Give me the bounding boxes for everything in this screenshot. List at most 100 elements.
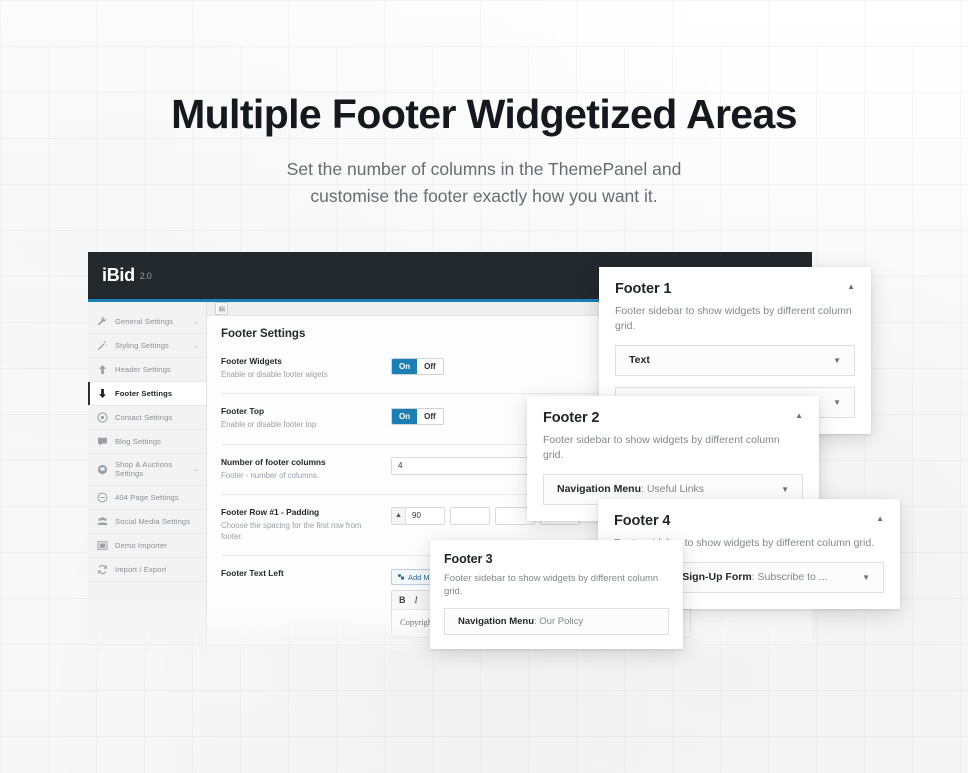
refresh-icon xyxy=(97,564,108,575)
card-header: Footer 1 ▲ xyxy=(615,281,855,297)
setting-label: Footer Widgets xyxy=(221,356,282,366)
sidebar-item-header-settings[interactable]: Header Settings xyxy=(88,358,206,382)
page-subtitle-line-2: customise the footer exactly how you wan… xyxy=(310,186,658,207)
padding-right-spinner[interactable] xyxy=(450,506,490,525)
toggle-on-option[interactable]: On xyxy=(392,359,418,374)
sidebar-item-label: Blog Settings xyxy=(115,436,162,446)
arrow-up-icon[interactable]: ▲ xyxy=(392,507,406,524)
hero-section: Multiple Footer Widgetized Areas Set the… xyxy=(0,91,968,210)
padding-right-value[interactable] xyxy=(451,508,489,524)
chevron-up-icon[interactable]: ▲ xyxy=(876,513,884,526)
bold-button[interactable]: B xyxy=(399,595,406,605)
widget-detail: : Subscribe to ... xyxy=(751,571,828,584)
window-icon xyxy=(97,540,108,551)
setting-label: Footer Text Left xyxy=(221,568,284,579)
sidebar-item-contact-settings[interactable]: Contact Settings xyxy=(88,406,206,430)
card-description: Footer sidebar to show widgets by differ… xyxy=(615,305,852,332)
setting-description: Enable or disable footer wigets xyxy=(221,370,328,379)
padding-top-spinner[interactable]: ▲ 90 xyxy=(391,506,445,525)
comment-icon xyxy=(97,436,108,447)
italic-button[interactable]: I xyxy=(415,595,418,605)
widget-detail: : Our Policy xyxy=(534,615,584,627)
chevron-down-icon[interactable]: ▼ xyxy=(833,356,841,365)
setting-description: Enable or disable footer top xyxy=(221,420,317,430)
toggle-off-option[interactable]: Off xyxy=(417,409,443,425)
widget-detail: : Useful Links xyxy=(641,483,705,496)
widget-name: Text xyxy=(629,354,650,367)
wrench-icon xyxy=(97,316,108,327)
setting-label-group: Number of footer columns Footer - number… xyxy=(221,457,391,481)
widget-name: Navigation Menu xyxy=(458,615,535,627)
admin-logo-text: iBid xyxy=(102,265,135,285)
padding-top-value[interactable]: 90 xyxy=(406,508,444,524)
chevron-down-icon[interactable]: ▼ xyxy=(862,573,870,582)
sidebar-item-label: Social Media Settings xyxy=(115,516,191,526)
sidebar-item-demo-importer[interactable]: Demo Importer xyxy=(88,534,206,558)
minus-circle-icon xyxy=(97,492,108,503)
setting-label-group: Footer Text Left xyxy=(221,568,391,581)
sidebar-item-label: Footer Settings xyxy=(115,388,173,398)
sidebar-item-styling-settings[interactable]: Styling Settings ⌄ xyxy=(88,334,206,358)
widget-row[interactable]: Text ▼ xyxy=(615,344,855,376)
toggle-on-option[interactable]: On xyxy=(392,409,418,425)
setting-label-group: Footer Row #1 - Padding Choose the spaci… xyxy=(221,507,391,543)
widget-row[interactable]: Navigation Menu: Our Policy xyxy=(444,607,669,635)
chevron-up-icon[interactable]: ▲ xyxy=(847,281,855,294)
footer-3-widget-card[interactable]: Footer 3 Footer sidebar to show widgets … xyxy=(430,540,683,649)
sidebar-item-label: Header Settings xyxy=(115,364,171,374)
sidebar-item-label: 404 Page Settings xyxy=(115,492,179,502)
chevron-down-icon: ⌄ xyxy=(193,318,199,326)
map-pin-icon xyxy=(97,412,108,423)
panel-layout-icon xyxy=(218,305,225,312)
page-title: Multiple Footer Widgetized Areas xyxy=(171,91,797,137)
card-title: Footer 4 xyxy=(614,513,671,529)
chevron-up-icon[interactable]: ▲ xyxy=(795,410,803,423)
media-icon xyxy=(398,574,404,580)
sidebar-item-social-media-settings[interactable]: Social Media Settings xyxy=(88,510,206,534)
bag-icon xyxy=(97,464,108,475)
card-description: Footer sidebar to show widgets by differ… xyxy=(444,573,659,598)
card-title: Footer 1 xyxy=(615,281,672,297)
sidebar-item-label: Shop & Auctions Settings xyxy=(115,460,173,479)
footer-top-toggle[interactable]: On Off xyxy=(391,408,444,426)
admin-logo[interactable]: iBid 2.0 xyxy=(102,265,152,286)
sidebar-item-general-settings[interactable]: General Settings ⌄ xyxy=(88,310,206,334)
setting-description: Footer - number of columns. xyxy=(221,470,319,480)
setting-label-group: Footer Top Enable or disable footer top xyxy=(221,406,391,430)
footer-widgets-toggle[interactable]: On Off xyxy=(391,358,444,375)
admin-version-label: 2.0 xyxy=(139,271,152,281)
setting-description: Choose the spacing for the first row fro… xyxy=(221,520,362,542)
card-header: Footer 2 ▲ xyxy=(543,410,803,426)
sidebar-item-label: General Settings xyxy=(115,316,174,326)
sidebar-item-shop-auctions-settings[interactable]: Shop & Auctions Settings ⌄ xyxy=(88,454,206,486)
users-icon xyxy=(97,516,108,527)
sidebar-item-footer-settings[interactable]: Footer Settings xyxy=(88,382,206,406)
widget-label-group: Navigation Menu: Useful Links xyxy=(557,483,704,495)
setting-label: Footer Row #1 - Padding xyxy=(221,506,320,517)
sidebar-item-404-page-settings[interactable]: 404 Page Settings xyxy=(88,486,206,510)
card-description: Footer sidebar to show widgets by differ… xyxy=(543,434,780,461)
arrow-down-icon xyxy=(97,388,108,399)
page-subtitle: Set the number of columns in the ThemePa… xyxy=(0,156,968,210)
arrow-up-icon xyxy=(97,364,108,375)
magic-wand-icon xyxy=(97,340,108,351)
toggle-off-option[interactable]: Off xyxy=(417,359,443,374)
admin-sidebar: General Settings ⌄ Styling Settings ⌄ He… xyxy=(88,302,207,654)
sidebar-item-label: Contact Settings xyxy=(115,412,173,422)
sidebar-item-label: Import / Export xyxy=(115,564,167,574)
chevron-down-icon: ⌄ xyxy=(193,466,199,474)
setting-label: Number of footer columns xyxy=(221,456,326,467)
widget-name: Navigation Menu xyxy=(557,483,642,496)
sidebar-item-label: Styling Settings xyxy=(115,340,169,350)
chevron-down-icon[interactable]: ▼ xyxy=(833,398,841,407)
sidebar-item-import-export[interactable]: Import / Export xyxy=(88,558,206,582)
card-title: Footer 3 xyxy=(444,552,493,566)
card-header: Footer 3 xyxy=(444,552,669,566)
card-title: Footer 2 xyxy=(543,410,600,426)
setting-label: Footer Top xyxy=(221,406,265,417)
layout-toggle-button[interactable] xyxy=(215,302,228,315)
sidebar-item-blog-settings[interactable]: Blog Settings xyxy=(88,430,206,454)
setting-label-group: Footer Widgets Enable or disable footer … xyxy=(221,356,391,380)
card-header: Footer 4 ▲ xyxy=(614,513,884,529)
chevron-down-icon[interactable]: ▼ xyxy=(781,485,789,494)
